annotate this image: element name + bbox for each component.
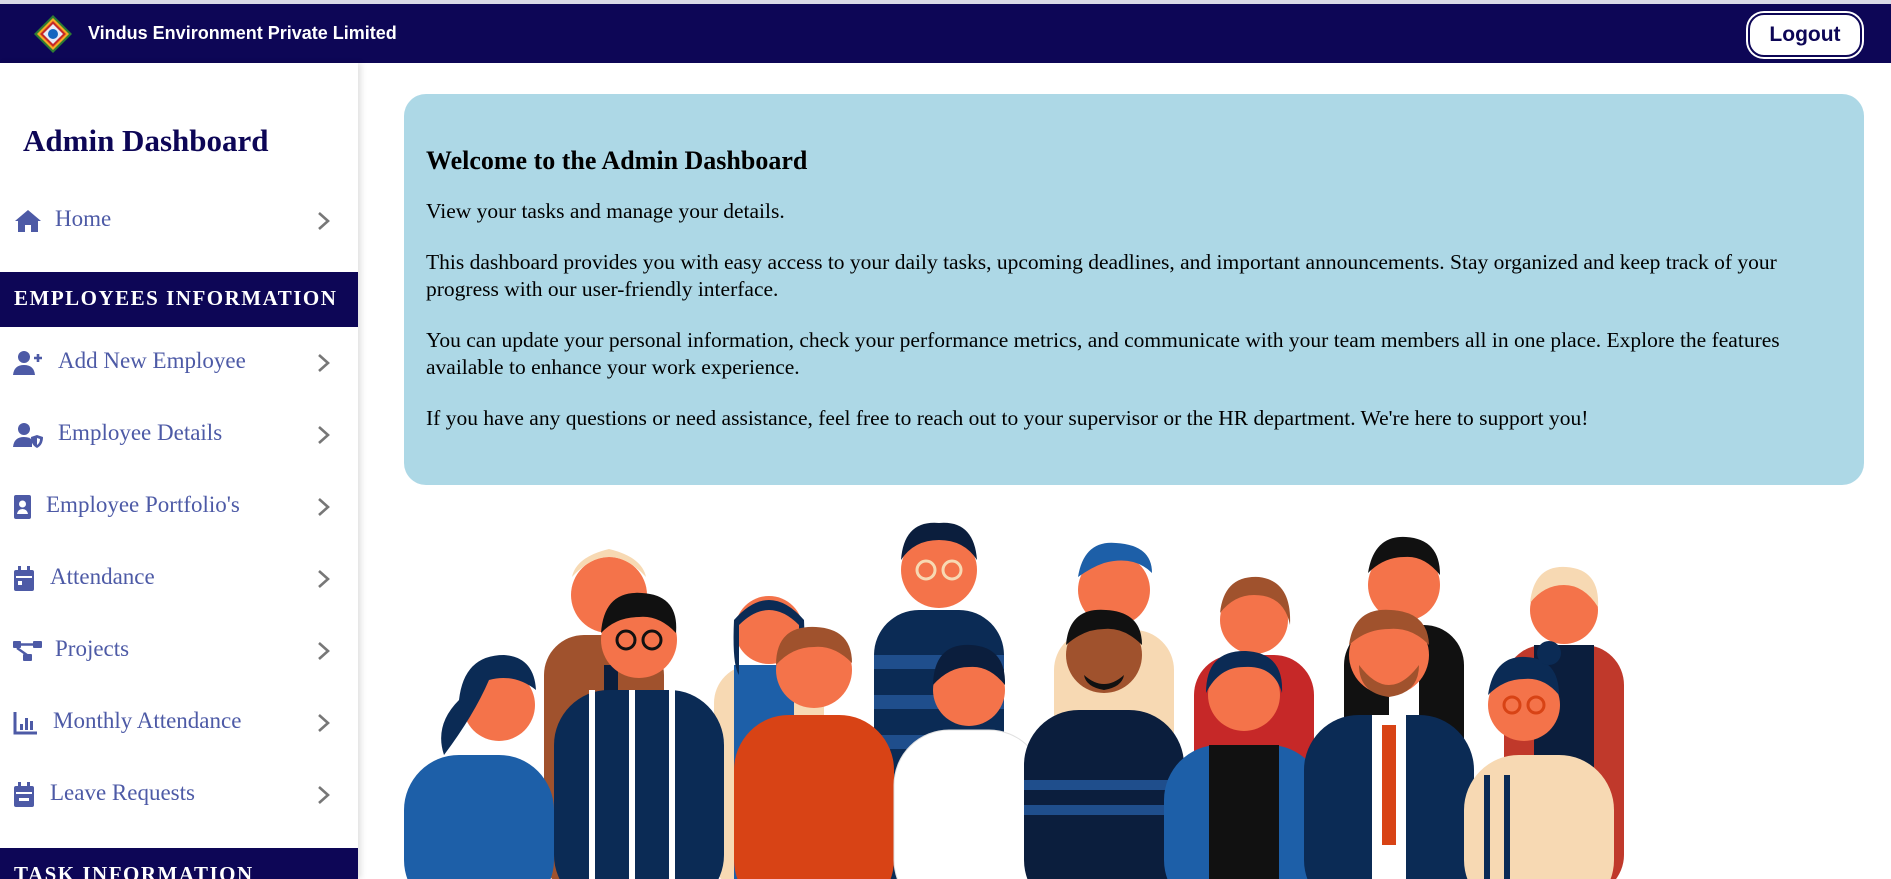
sidebar-item-label: Leave Requests <box>50 780 195 805</box>
sidebar-item-label: Attendance <box>50 564 155 589</box>
welcome-card: Welcome to the Admin Dashboard View your… <box>404 94 1864 485</box>
sidebar-item-employee-portfolios[interactable]: Employee Portfolio's <box>0 477 358 537</box>
welcome-paragraph: This dashboard provides you with easy ac… <box>426 250 1777 301</box>
calendar-icon <box>14 566 34 591</box>
sidebar-item-projects[interactable]: Projects <box>0 621 358 681</box>
sidebar-item-home[interactable]: Home <box>0 191 358 251</box>
calendar-minus-icon <box>14 782 34 807</box>
user-shield-icon <box>13 423 43 448</box>
project-diagram-icon <box>13 641 42 661</box>
sidebar-item-attendance[interactable]: Attendance <box>0 549 358 609</box>
id-badge-icon <box>14 495 31 519</box>
logout-button[interactable]: Logout <box>1748 13 1862 57</box>
welcome-paragraph: View your tasks and manage your details. <box>426 199 785 223</box>
welcome-paragraph: You can update your personal information… <box>426 328 1780 379</box>
section-employees-information: EMPLOYEES INFORMATION <box>0 272 358 327</box>
team-people-illustration <box>404 522 1624 879</box>
user-plus-icon <box>13 351 42 375</box>
section-task-information: TASK INFORMATION <box>0 848 358 879</box>
sidebar-item-label: Home <box>55 206 112 231</box>
company-logo <box>34 15 72 53</box>
sidebar-title: Admin Dashboard <box>23 123 269 158</box>
chevron-right-icon <box>318 642 330 660</box>
person-figure <box>734 626 894 879</box>
welcome-paragraph: If you have any questions or need assist… <box>426 406 1589 430</box>
chevron-right-icon <box>318 354 330 372</box>
company-name: Vindus Environment Private Limited <box>88 23 397 43</box>
chevron-right-icon <box>318 570 330 588</box>
home-icon <box>15 210 41 232</box>
sidebar-item-label: Projects <box>55 636 130 661</box>
chevron-right-icon <box>318 498 330 516</box>
sidebar-item-label: Employee Details <box>58 420 223 445</box>
sidebar-item-label: Employee Portfolio's <box>46 492 240 517</box>
chevron-right-icon <box>318 714 330 732</box>
bar-chart-icon <box>13 712 37 735</box>
person-figure <box>404 655 554 879</box>
chevron-right-icon <box>318 426 330 444</box>
sidebar-item-label: Monthly Attendance <box>53 708 242 733</box>
sidebar-item-add-new-employee[interactable]: Add New Employee <box>0 333 358 393</box>
sidebar-item-employee-details[interactable]: Employee Details <box>0 405 358 465</box>
welcome-title: Welcome to the Admin Dashboard <box>426 146 808 175</box>
chevron-right-icon <box>318 786 330 804</box>
sidebar: Admin Dashboard Home EMPLOYEES INFORMATI… <box>0 63 358 879</box>
chevron-right-icon <box>318 212 330 230</box>
top-navbar: Vindus Environment Private Limited Logou… <box>0 0 1891 63</box>
sidebar-item-leave-requests[interactable]: Leave Requests <box>0 765 358 825</box>
sidebar-item-label: Add New Employee <box>58 348 246 373</box>
sidebar-item-monthly-attendance[interactable]: Monthly Attendance <box>0 693 358 753</box>
